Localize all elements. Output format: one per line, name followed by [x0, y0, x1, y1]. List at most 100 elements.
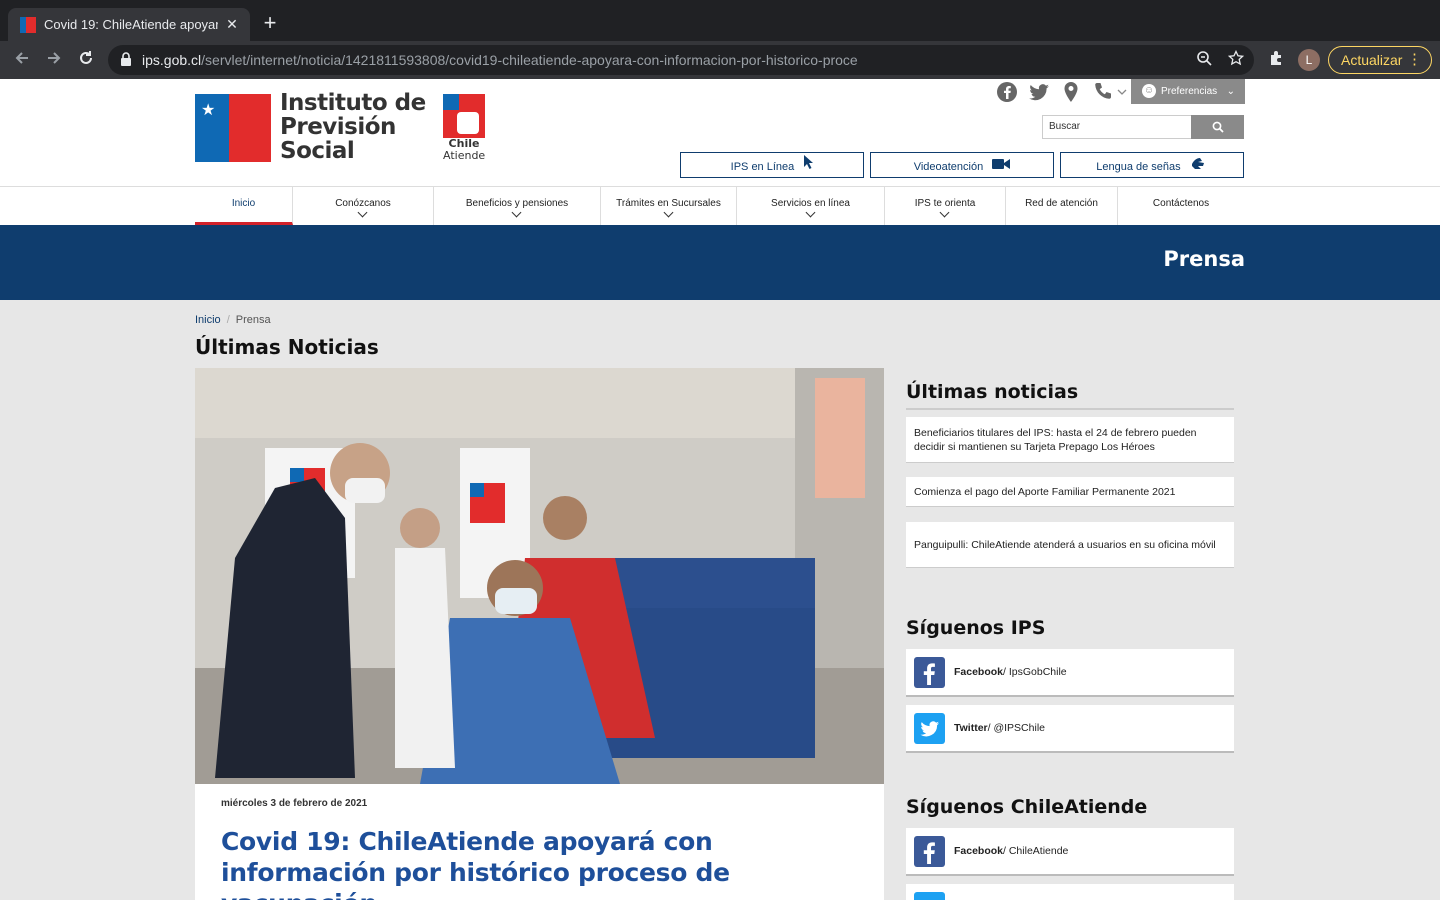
sidebar-ips-social-heading: Síguenos IPS [906, 617, 1046, 639]
ips-en-linea-button[interactable]: IPS en Línea [680, 152, 864, 178]
ips-logo[interactable]: ★ [195, 94, 271, 162]
tab-close-icon[interactable]: ✕ [224, 16, 240, 33]
search-button[interactable] [1191, 115, 1244, 139]
breadcrumb-home-link[interactable]: Inicio [195, 314, 221, 326]
ips-facebook-link[interactable]: Facebook / IpsGobChile [906, 649, 1234, 697]
back-arrow-icon[interactable] [10, 48, 34, 72]
facebook-icon [914, 656, 945, 688]
ca-twitter-link[interactable] [906, 884, 1234, 900]
extensions-puzzle-icon[interactable] [1264, 48, 1288, 72]
social-handle: / IpsGobChile [1003, 666, 1067, 678]
nav-item-orienta[interactable]: IPS te orienta [885, 187, 1006, 225]
nav-item-tramites[interactable]: Trámites en Sucursales [601, 187, 737, 225]
twitter-icon[interactable] [1028, 81, 1050, 103]
star-icon: ★ [201, 102, 216, 119]
article-photo[interactable] [195, 368, 884, 784]
article-date: miércoles 3 de febrero de 2021 [221, 798, 368, 809]
reload-icon[interactable] [74, 48, 98, 72]
preferences-button[interactable]: ☺ Preferencias ⌄ [1131, 79, 1245, 104]
social-network-name: Twitter [954, 722, 988, 734]
nav-item-contactenos[interactable]: Contáctenos [1118, 187, 1244, 225]
url-text: ips.gob.cl/servlet/internet/noticia/1421… [142, 52, 858, 68]
accessibility-icon: ☺ [1142, 84, 1156, 98]
video-camera-icon [992, 153, 1011, 181]
banner-title: Prensa [1163, 247, 1245, 271]
news-item[interactable]: Beneficiarios titulares del IPS: hasta e… [906, 417, 1234, 463]
article-card: miércoles 3 de febrero de 2021 Covid 19:… [195, 368, 884, 900]
chevron-down-icon [511, 207, 522, 218]
nav-item-red[interactable]: Red de atención [1006, 187, 1118, 225]
nav-item-label: Inicio [231, 198, 256, 209]
videoatencion-label: Videoatención [913, 161, 984, 173]
breadcrumb: Inicio / Prensa [195, 314, 271, 326]
forward-arrow-icon[interactable] [42, 48, 66, 72]
chevron-down-icon [663, 207, 673, 218]
chileatiende-logo[interactable]: Chile Atiende [443, 94, 485, 162]
address-bar[interactable]: ips.gob.cl/servlet/internet/noticia/1421… [108, 45, 1254, 75]
facebook-icon[interactable] [996, 81, 1018, 103]
article-title[interactable]: Covid 19: ChileAtiende apoyará con infor… [221, 826, 861, 900]
lengua-de-senas-button[interactable]: Lengua de señas [1060, 152, 1244, 178]
twitter-icon [914, 712, 945, 744]
phone-icon[interactable] [1092, 81, 1128, 103]
new-tab-button[interactable]: + [258, 12, 282, 34]
chevron-down-icon: ⌄ [1226, 86, 1235, 97]
zoom-icon[interactable] [1196, 50, 1212, 70]
page-title: Últimas Noticias [195, 335, 379, 359]
header-social-icons [996, 81, 1128, 103]
social-handle: / @IPSChile [987, 722, 1045, 734]
section-banner: Prensa [0, 225, 1440, 300]
browser-toolbar: ips.gob.cl/servlet/internet/noticia/1421… [0, 41, 1440, 79]
sidebar-news-heading: Últimas noticias [906, 381, 1079, 403]
location-pin-icon[interactable] [1060, 81, 1082, 103]
ca-facebook-link[interactable]: Facebook / ChileAtiende [906, 828, 1234, 876]
chevron-down-icon [357, 207, 368, 218]
ips-name-line: Previsión [280, 114, 396, 140]
search-input[interactable]: Buscar [1042, 115, 1192, 139]
profile-avatar[interactable]: L [1298, 49, 1320, 71]
chile-flag-favicon-icon [20, 16, 36, 33]
browser-menu-icon[interactable]: ⋮ [1407, 47, 1422, 73]
breadcrumb-current: Prensa [235, 314, 271, 326]
nav-item-beneficios[interactable]: Beneficios y pensiones [434, 187, 601, 225]
news-item[interactable]: Panguipulli: ChileAtiende atenderá a usu… [906, 522, 1234, 568]
site-header: ★ Instituto de Previsión Social Chile Ati… [0, 79, 1440, 186]
cursor-icon [803, 153, 814, 181]
nav-item-servicios[interactable]: Servicios en línea [737, 187, 885, 225]
sign-language-icon [1190, 153, 1208, 181]
divider [906, 408, 1234, 410]
nav-item-label: Red de atención [1025, 198, 1098, 209]
nav-item-conozcanos[interactable]: Conózcanos [293, 187, 434, 225]
lock-icon [120, 52, 134, 68]
url-path: /servlet/internet/noticia/1421811593808/… [201, 52, 858, 68]
preferences-label: Preferencias [1161, 86, 1218, 97]
ca-name-line: Atiende [443, 149, 486, 162]
twitter-icon [914, 891, 945, 900]
chevron-down-icon [939, 207, 950, 218]
ips-name-line: Instituto de [280, 90, 426, 116]
ips-name-line: Social [280, 138, 355, 164]
lengua-de-senas-label: Lengua de señas [1096, 161, 1181, 173]
search-icon [1212, 121, 1224, 133]
update-button[interactable]: Actualizar ⋮ [1328, 46, 1432, 74]
breadcrumb-separator: / [226, 314, 230, 326]
tab-title: Covid 19: ChileAtiende apoyará [44, 17, 218, 32]
sidebar-ca-social-heading: Síguenos ChileAtiende [906, 796, 1148, 818]
social-handle: / ChileAtiende [1003, 845, 1069, 857]
ips-en-linea-label: IPS en Línea [730, 161, 795, 173]
url-host: ips.gob.cl [142, 52, 202, 68]
ips-logo-name[interactable]: Instituto de Previsión Social [280, 91, 426, 163]
bookmark-star-icon[interactable] [1227, 49, 1245, 70]
facebook-icon [914, 835, 945, 867]
browser-tab[interactable]: Covid 19: ChileAtiende apoyará ✕ [8, 8, 250, 41]
nav-item-label: Contáctenos [1152, 198, 1210, 209]
update-label: Actualizar [1341, 52, 1403, 68]
videoatencion-button[interactable]: Videoatención [870, 152, 1054, 178]
social-network-name: Facebook [954, 666, 1004, 678]
news-item[interactable]: Comienza el pago del Aporte Familiar Per… [906, 477, 1234, 507]
social-network-name: Facebook [954, 845, 1004, 857]
main-navigation: Inicio Conózcanos Beneficios y pensiones… [0, 186, 1440, 225]
chevron-down-icon [805, 207, 815, 218]
ips-twitter-link[interactable]: Twitter / @IPSChile [906, 705, 1234, 753]
nav-item-inicio[interactable]: Inicio [195, 187, 293, 225]
